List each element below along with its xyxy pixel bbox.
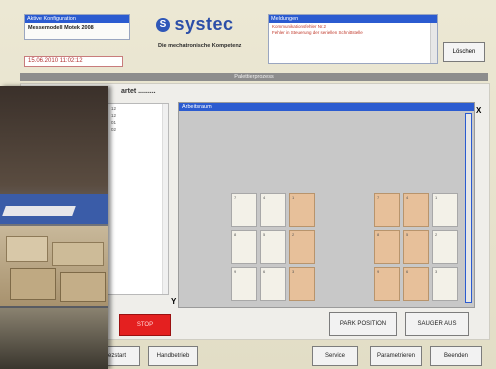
slot-number: 6 — [263, 269, 266, 274]
pallet-grid-left: 7 4 1 8 5 2 9 6 3 — [231, 193, 315, 301]
pallet-slot[interactable]: 8 — [374, 230, 400, 264]
pallet-slot[interactable]: 4 — [403, 193, 429, 227]
message-line: Fehler in Steuerung der seriellen Schnit… — [272, 30, 363, 35]
parameters-button[interactable]: Parametrieren — [370, 346, 422, 366]
slot-number: 8 — [377, 232, 380, 237]
tagline: Die mechatronische Kompetenz — [158, 43, 242, 49]
pallet-slot[interactable]: 9 — [374, 267, 400, 301]
suction-off-button[interactable]: SAUGER AUS — [405, 312, 469, 336]
slot-number: 1 — [435, 195, 438, 200]
pallet-slot[interactable]: 1 — [432, 193, 458, 227]
slot-number: 9 — [377, 269, 380, 274]
slot-number: 1 — [292, 195, 295, 200]
slot-number: 7 — [377, 195, 380, 200]
layer-list[interactable]: 12 12 01 02 — [107, 103, 169, 295]
list-item[interactable]: 01 — [108, 118, 168, 125]
slot-number: 2 — [435, 232, 438, 237]
slot-number: 5 — [263, 232, 266, 237]
messages-title: Meldungen — [269, 15, 437, 23]
pallet-slot[interactable]: 1 — [289, 193, 315, 227]
datetime-display: 15.06.2010 11:02:12 — [24, 56, 123, 67]
pallet-slot[interactable]: 7 — [374, 193, 400, 227]
slot-number: 3 — [292, 269, 295, 274]
exit-button[interactable]: Beenden — [430, 346, 482, 366]
park-position-button[interactable]: PARK POSITION — [329, 312, 397, 336]
list-item[interactable]: 02 — [108, 125, 168, 132]
workspace-view: Arbeitsraum 7 4 1 8 5 2 9 6 3 7 4 1 8 5 2 9 6 3 — [178, 102, 475, 308]
stop-button[interactable]: STOP — [119, 314, 171, 336]
list-scrollbar[interactable] — [162, 104, 168, 294]
slot-number: 9 — [234, 269, 237, 274]
service-button[interactable]: Service — [312, 346, 358, 366]
delete-messages-button[interactable]: Löschen — [443, 42, 485, 62]
workspace-scrollbar[interactable] — [465, 113, 472, 303]
slot-number: 2 — [292, 232, 295, 237]
slot-number: 8 — [234, 232, 237, 237]
pallet-slot[interactable]: 3 — [432, 267, 458, 301]
slot-number: 3 — [435, 269, 438, 274]
exhibition-photo — [0, 86, 108, 369]
pallet-slot[interactable]: 8 — [231, 230, 257, 264]
slot-number: 4 — [263, 195, 266, 200]
workspace-title: Arbeitsraum — [179, 103, 474, 111]
logo: S systec — [156, 14, 246, 35]
slot-number: 5 — [406, 232, 409, 237]
pallet-slot[interactable]: 2 — [432, 230, 458, 264]
list-item[interactable]: 12 — [108, 111, 168, 118]
messages-panel: Meldungen Kommunikationsfehler Nr.2 Fehl… — [268, 14, 438, 64]
header: Aktive Konfiguration Messemodell Motek 2… — [18, 10, 488, 68]
pallet-slot[interactable]: 6 — [403, 267, 429, 301]
pallet-slot[interactable]: 6 — [260, 267, 286, 301]
status-label: artet ......... — [121, 88, 156, 95]
axis-y-label: Y — [171, 297, 177, 306]
pallet-slot[interactable]: 3 — [289, 267, 315, 301]
logo-text: systec — [174, 14, 234, 34]
pallet-slot[interactable]: 4 — [260, 193, 286, 227]
axis-x-label: X — [476, 106, 482, 115]
pallet-slot[interactable]: 9 — [231, 267, 257, 301]
manual-mode-button[interactable]: Handbetrieb — [148, 346, 198, 366]
slot-number: 4 — [406, 195, 409, 200]
pallet-grid-right: 7 4 1 8 5 2 9 6 3 — [374, 193, 458, 301]
slot-number: 6 — [406, 269, 409, 274]
pallet-slot[interactable]: 2 — [289, 230, 315, 264]
messages-scrollbar[interactable] — [430, 23, 437, 63]
active-config-panel: Aktive Konfiguration Messemodell Motek 2… — [24, 14, 130, 40]
section-title: Palettierprozess — [20, 73, 488, 81]
pallet-slot[interactable]: 5 — [260, 230, 286, 264]
config-title: Aktive Konfiguration — [25, 15, 129, 23]
pallet-slot[interactable]: 5 — [403, 230, 429, 264]
logo-mark-icon: S — [156, 17, 170, 32]
list-item[interactable]: 12 — [108, 104, 168, 111]
pallet-slot[interactable]: 7 — [231, 193, 257, 227]
config-value: Messemodell Motek 2008 — [28, 25, 94, 31]
slot-number: 7 — [234, 195, 237, 200]
